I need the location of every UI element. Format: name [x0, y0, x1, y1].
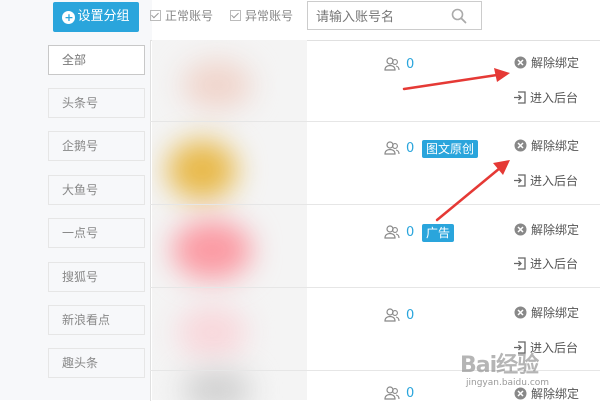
- unbind-button[interactable]: 解除绑定: [514, 304, 579, 321]
- unbind-button[interactable]: 解除绑定: [514, 54, 579, 71]
- unbind-button[interactable]: 解除绑定: [514, 221, 579, 238]
- login-icon: [514, 91, 526, 104]
- search-input[interactable]: [314, 6, 448, 28]
- row-divider: [150, 121, 600, 122]
- unbind-label: 解除绑定: [531, 306, 580, 320]
- close-circle-icon: [514, 56, 527, 69]
- enter-backend-button[interactable]: 进入后台: [513, 172, 578, 189]
- avatar: [172, 220, 252, 280]
- normal-account-label: 正常账号: [165, 9, 214, 23]
- search-box: [307, 1, 482, 30]
- plus-circle-icon: +: [62, 11, 76, 24]
- close-circle-icon: [514, 139, 527, 152]
- checkbox-icon: [150, 10, 161, 21]
- row-divider: [150, 204, 600, 205]
- abnormal-account-label: 异常账号: [245, 9, 294, 23]
- fans-count-value: 0: [406, 57, 415, 72]
- search-icon[interactable]: [451, 8, 467, 24]
- category-toutiao[interactable]: 头条号: [48, 88, 145, 118]
- watermark-logo: Bai经验: [460, 353, 539, 378]
- category-yidian[interactable]: 一点号: [48, 218, 145, 248]
- login-icon: [514, 257, 526, 270]
- fans-count: 0: [384, 57, 414, 72]
- close-circle-icon: [514, 223, 527, 236]
- avatar: [182, 370, 252, 400]
- fans-count: 0: [384, 141, 414, 156]
- users-icon: [384, 308, 400, 322]
- category-sina-kandian[interactable]: 新浪看点: [48, 305, 145, 335]
- toolbar: + 设置分组 正常账号 异常账号: [0, 0, 600, 40]
- set-group-label: 设置分组: [77, 9, 130, 24]
- category-qie[interactable]: 企鹅号: [48, 131, 145, 161]
- blurred-avatar-column: [152, 40, 307, 400]
- fans-count: 0: [384, 225, 414, 240]
- tag-badge: 图文原创: [422, 140, 479, 158]
- abnormal-account-filter[interactable]: 异常账号: [230, 7, 293, 24]
- category-qutoutiao[interactable]: 趣头条: [48, 348, 145, 378]
- enter-backend-button[interactable]: 进入后台: [513, 89, 578, 106]
- fans-count-value: 0: [406, 225, 415, 240]
- unbind-label: 解除绑定: [531, 139, 580, 153]
- enter-backend-label: 进入后台: [530, 257, 579, 271]
- avatar: [177, 305, 247, 360]
- normal-account-filter[interactable]: 正常账号: [150, 7, 213, 24]
- unbind-label: 解除绑定: [531, 223, 580, 237]
- avatar: [182, 60, 252, 110]
- login-icon: [514, 174, 526, 187]
- users-icon: [384, 141, 400, 155]
- unbind-label: 解除绑定: [531, 56, 580, 70]
- users-icon: [384, 57, 400, 71]
- enter-backend-label: 进入后台: [530, 174, 579, 188]
- fans-count-value: 0: [406, 308, 415, 323]
- enter-backend-button[interactable]: 进入后台: [513, 255, 578, 272]
- avatar: [167, 140, 237, 200]
- unbind-button[interactable]: 解除绑定: [514, 137, 579, 154]
- users-icon: [384, 225, 400, 239]
- category-all[interactable]: 全部: [48, 45, 145, 75]
- fans-count-value: 0: [406, 386, 415, 401]
- watermark-url: jingyan.baidu.com: [466, 378, 550, 388]
- close-circle-icon: [514, 306, 527, 319]
- users-icon: [384, 386, 400, 400]
- category-sohu[interactable]: 搜狐号: [48, 262, 145, 292]
- fans-count-value: 0: [406, 141, 415, 156]
- checkbox-icon: [230, 10, 241, 21]
- tag-badge: 广告: [422, 224, 455, 242]
- category-dayu[interactable]: 大鱼号: [48, 175, 145, 205]
- row-divider: [150, 287, 600, 288]
- watermark: Bai经验 jingyan.baidu.com: [456, 345, 596, 397]
- set-group-button[interactable]: + 设置分组: [53, 2, 139, 32]
- fans-count: 0: [384, 308, 414, 323]
- enter-backend-label: 进入后台: [530, 91, 579, 105]
- fans-count: 0: [384, 386, 414, 401]
